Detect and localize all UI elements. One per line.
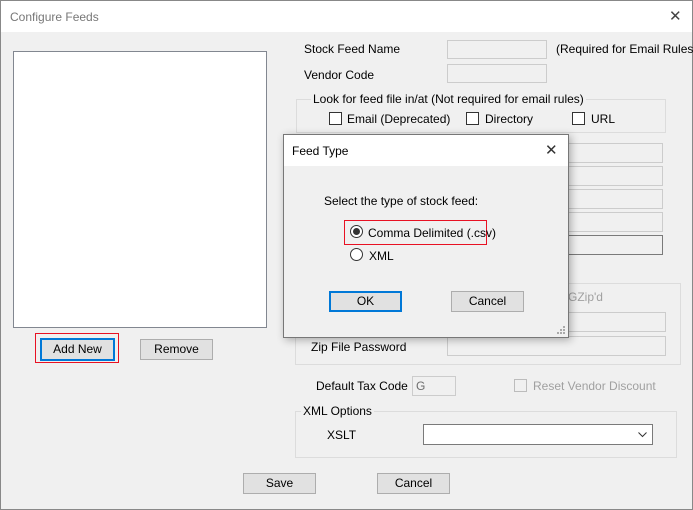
close-icon[interactable]: ✕ bbox=[545, 141, 558, 159]
dialog-prompt: Select the type of stock feed: bbox=[324, 194, 479, 208]
dialog-title-bar: Feed Type ✕ bbox=[284, 135, 568, 166]
zip-password-label: Zip File Password bbox=[311, 340, 407, 354]
stock-feed-name-input[interactable] bbox=[447, 40, 547, 59]
ok-button[interactable]: OK bbox=[329, 291, 402, 312]
directory-label: Directory bbox=[485, 112, 534, 126]
title-bar: Configure Feeds ✕ bbox=[1, 1, 692, 32]
close-icon[interactable]: ✕ bbox=[669, 7, 682, 25]
dialog-cancel-button[interactable]: Cancel bbox=[451, 291, 524, 312]
csv-option-label: Comma Delimited (.csv) bbox=[368, 226, 497, 240]
vendor-code-label: Vendor Code bbox=[304, 68, 375, 82]
xml-radio[interactable] bbox=[350, 248, 363, 261]
email-label: Email (Deprecated) bbox=[347, 112, 451, 126]
save-button[interactable]: Save bbox=[243, 473, 316, 494]
dialog-title: Feed Type bbox=[292, 144, 349, 158]
url-checkbox[interactable] bbox=[572, 112, 585, 125]
tax-code-input[interactable]: G bbox=[412, 376, 456, 396]
reset-vendor-discount-checkbox[interactable] bbox=[514, 379, 527, 392]
remove-button[interactable]: Remove bbox=[140, 339, 213, 360]
xslt-select[interactable] bbox=[423, 424, 653, 445]
look-for-legend: Look for feed file in/at (Not required f… bbox=[311, 92, 586, 106]
cancel-button[interactable]: Cancel bbox=[377, 473, 450, 494]
vendor-code-input[interactable] bbox=[447, 64, 547, 83]
xml-options-legend: XML Options bbox=[301, 404, 374, 418]
add-new-button[interactable]: Add New bbox=[40, 338, 115, 361]
chevron-down-icon bbox=[638, 432, 647, 438]
csv-radio[interactable] bbox=[350, 225, 363, 238]
tax-code-label: Default Tax Code bbox=[316, 379, 408, 393]
feeds-listbox[interactable] bbox=[13, 51, 267, 328]
email-checkbox[interactable] bbox=[329, 112, 342, 125]
stock-feed-name-label: Stock Feed Name bbox=[304, 42, 401, 56]
resize-grip-icon[interactable] bbox=[557, 326, 566, 335]
zip-password-input[interactable] bbox=[447, 336, 666, 356]
url-label: URL bbox=[591, 112, 616, 126]
xslt-label: XSLT bbox=[327, 428, 357, 442]
window-title: Configure Feeds bbox=[10, 10, 99, 24]
xml-option-label: XML bbox=[369, 249, 394, 263]
gzip-label: GZip'd bbox=[568, 290, 603, 304]
feed-type-dialog: Feed Type ✕ Select the type of stock fee… bbox=[283, 134, 569, 338]
stock-feed-name-note: (Required for Email Rules) bbox=[556, 42, 693, 56]
directory-checkbox[interactable] bbox=[466, 112, 479, 125]
reset-vendor-discount-label: Reset Vendor Discount bbox=[533, 379, 656, 393]
